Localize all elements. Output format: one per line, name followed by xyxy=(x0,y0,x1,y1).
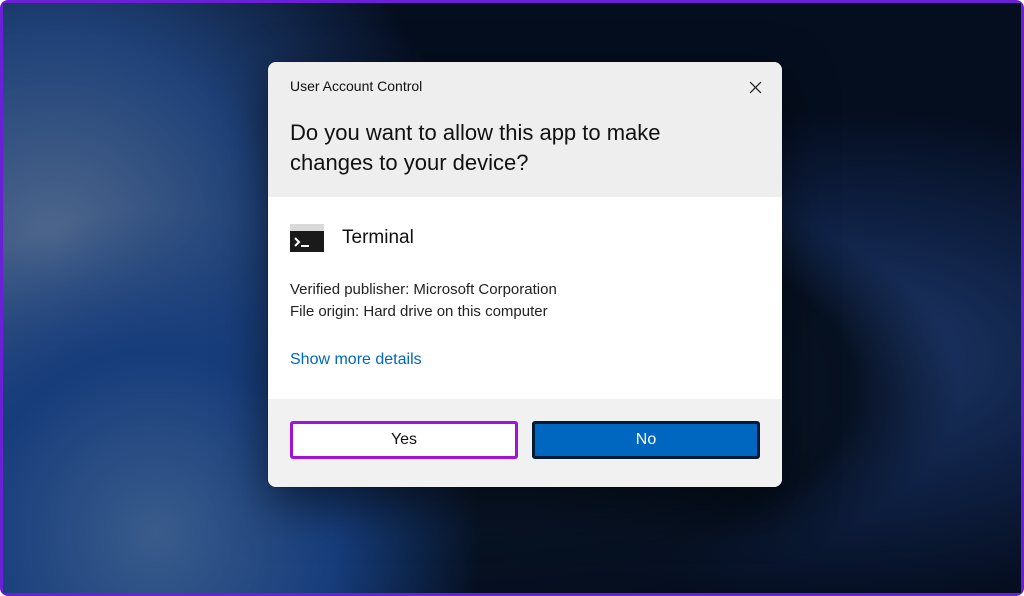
origin-line: File origin: Hard drive on this computer xyxy=(290,301,760,323)
uac-dialog: User Account Control Do you want to allo… xyxy=(268,62,782,487)
dialog-question: Do you want to allow this app to make ch… xyxy=(290,118,720,177)
dialog-header: User Account Control Do you want to allo… xyxy=(268,62,782,197)
app-metadata: Verified publisher: Microsoft Corporatio… xyxy=(290,279,760,323)
close-button[interactable] xyxy=(738,72,772,102)
dialog-actions: Yes No xyxy=(268,399,782,487)
app-row: Terminal xyxy=(290,221,760,255)
dialog-body: Terminal Verified publisher: Microsoft C… xyxy=(268,197,782,399)
app-name: Terminal xyxy=(342,227,414,249)
terminal-icon xyxy=(290,221,324,255)
yes-button[interactable]: Yes xyxy=(290,421,518,459)
show-more-details-link[interactable]: Show more details xyxy=(290,351,422,369)
publisher-line: Verified publisher: Microsoft Corporatio… xyxy=(290,279,760,301)
close-icon xyxy=(749,81,762,94)
no-button[interactable]: No xyxy=(532,421,760,459)
dialog-title: User Account Control xyxy=(290,78,760,94)
